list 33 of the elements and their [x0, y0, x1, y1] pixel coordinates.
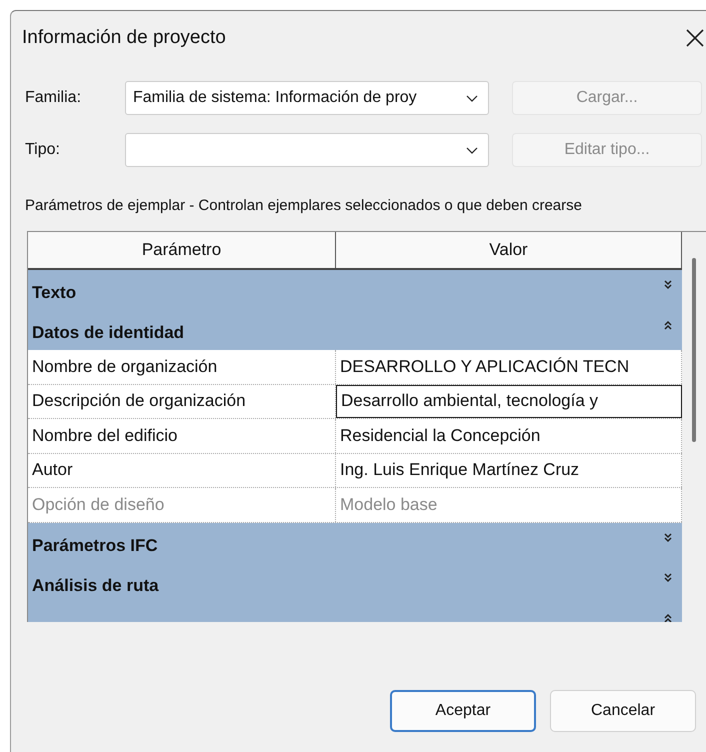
- group-row[interactable]: Análisis de ruta: [28, 562, 682, 602]
- field-label: Tipo:: [25, 141, 61, 159]
- window-title: Información de proyecto: [22, 27, 226, 49]
- dropdown-field[interactable]: Familia de sistema: Información de proy: [125, 81, 489, 115]
- scrollbar[interactable]: [682, 232, 706, 622]
- group-label: Texto: [32, 282, 76, 303]
- chevron-down-icon: [466, 146, 478, 154]
- group-label: Parámetros IFC: [32, 534, 158, 556]
- table-cell: Autor: [28, 454, 336, 487]
- group-label: Datos de identidad: [32, 322, 184, 343]
- expand-chevron-icon: [664, 532, 672, 542]
- expand-chevron-icon: [664, 572, 672, 582]
- collapse-chevron-icon: [664, 612, 672, 622]
- value-cell[interactable]: Desarrollo ambiental, tecnología y: [336, 384, 682, 418]
- table-cell: Nombre del edificio: [28, 419, 336, 452]
- expand-chevron-icon: [664, 280, 672, 290]
- collapse-chevron-icon: [664, 320, 672, 330]
- field-label: Familia:: [25, 89, 82, 107]
- table-cell: Nombre de organización: [28, 350, 336, 384]
- group-row[interactable]: Texto: [28, 270, 682, 310]
- section-caption: Parámetros de ejemplar - Controlan ejemplares seleccionados o que deben crearse: [24, 196, 583, 216]
- group-label: Análisis de ruta: [32, 574, 159, 596]
- close-icon: [686, 29, 704, 47]
- column-header: Parámetro: [28, 232, 336, 268]
- dialog-button[interactable]: Cancelar: [550, 690, 696, 732]
- table-cell: Descripción de organización: [28, 384, 336, 418]
- scrollbar-thumb[interactable]: [692, 258, 696, 442]
- group-row[interactable]: Datos de identidad: [28, 310, 682, 350]
- dialog-button[interactable]: Aceptar: [390, 690, 536, 732]
- table-cell: Opción de diseño: [28, 488, 336, 522]
- dropdown-field[interactable]: [125, 133, 489, 167]
- chevron-down-icon: [466, 94, 478, 102]
- group-row[interactable]: Parámetros IFC: [28, 522, 682, 562]
